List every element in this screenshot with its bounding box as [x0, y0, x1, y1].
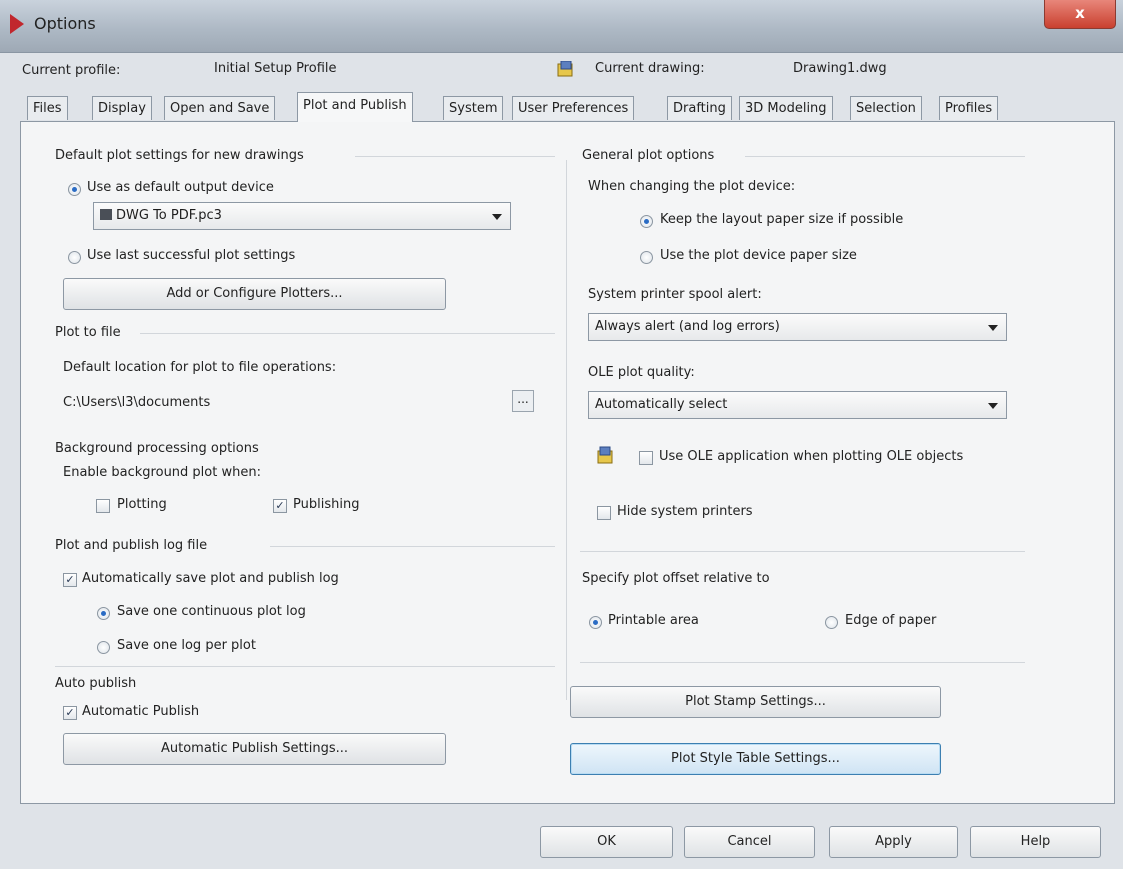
spool-alert-dropdown[interactable]: Always alert (and log errors): [588, 313, 1007, 341]
drawing-icon: [557, 61, 573, 77]
auto-save-log-label: Automatically save plot and publish log: [82, 571, 339, 586]
automatic-publish-settings-button[interactable]: Automatic Publish Settings...: [63, 733, 446, 765]
current-drawing-value: Drawing1.dwg: [793, 61, 887, 76]
browse-button[interactable]: ...: [512, 390, 534, 412]
use-ole-application-label: Use OLE application when plotting OLE ob…: [659, 449, 964, 464]
divider: [580, 551, 1025, 552]
tab-system[interactable]: System: [443, 96, 504, 120]
use-default-output-radio[interactable]: [68, 183, 81, 196]
printable-area-label: Printable area: [608, 613, 699, 628]
apply-button[interactable]: Apply: [829, 826, 958, 858]
keep-layout-size-radio[interactable]: [640, 215, 653, 228]
section-title-offset: Specify plot offset relative to: [582, 571, 770, 586]
plotting-label: Plotting: [117, 497, 167, 512]
plotting-checkbox[interactable]: [96, 499, 110, 513]
use-default-output-label: Use as default output device: [87, 180, 274, 195]
ole-quality-value: Automatically select: [595, 397, 728, 412]
ole-object-icon: [597, 446, 613, 464]
plot-file-location-label: Default location for plot to file operat…: [63, 360, 337, 375]
changing-device-label: When changing the plot device:: [588, 179, 796, 194]
current-profile-label: Current profile:: [22, 63, 121, 78]
divider: [745, 156, 1025, 157]
log-per-plot-label: Save one log per plot: [117, 638, 256, 653]
publishing-checkbox[interactable]: ✓: [273, 499, 287, 513]
edge-of-paper-radio[interactable]: [825, 616, 838, 629]
divider: [270, 546, 555, 547]
tab-open-and-save[interactable]: Open and Save: [164, 96, 276, 120]
auto-save-log-checkbox[interactable]: ✓: [63, 573, 77, 587]
current-profile-value: Initial Setup Profile: [214, 61, 337, 76]
chevron-down-icon: [988, 403, 998, 409]
use-ole-application-checkbox[interactable]: [639, 451, 653, 465]
plot-style-table-settings-button[interactable]: Plot Style Table Settings...: [570, 743, 941, 775]
plot-stamp-settings-button[interactable]: Plot Stamp Settings...: [570, 686, 941, 718]
continuous-log-label: Save one continuous plot log: [117, 604, 306, 619]
hide-system-printers-checkbox[interactable]: [597, 506, 611, 520]
edge-of-paper-label: Edge of paper: [845, 613, 937, 628]
divider: [355, 156, 555, 157]
automatic-publish-checkbox[interactable]: ✓: [63, 706, 77, 720]
spool-alert-value: Always alert (and log errors): [595, 319, 780, 334]
tab-files[interactable]: Files: [27, 96, 68, 120]
tab-user-preferences[interactable]: User Preferences: [512, 96, 635, 120]
tab-profiles[interactable]: Profiles: [939, 96, 999, 120]
chevron-down-icon: [988, 325, 998, 331]
plot-file-path-field[interactable]: C:\Users\l3\documents: [63, 395, 210, 410]
section-title-plot-to-file: Plot to file: [55, 325, 121, 340]
section-title-default-plot: Default plot settings for new drawings: [55, 148, 304, 163]
column-divider: [566, 160, 567, 700]
add-configure-plotters-button[interactable]: Add or Configure Plotters...: [63, 278, 446, 310]
section-title-general: General plot options: [582, 148, 715, 163]
use-device-size-radio[interactable]: [640, 251, 653, 264]
enable-background-label: Enable background plot when:: [63, 465, 261, 480]
publishing-label: Publishing: [293, 497, 360, 512]
close-button[interactable]: x: [1044, 0, 1116, 29]
hide-system-printers-label: Hide system printers: [617, 504, 753, 519]
log-per-plot-radio[interactable]: [97, 641, 110, 654]
use-device-size-label: Use the plot device paper size: [660, 248, 857, 263]
divider: [55, 666, 555, 667]
section-title-background: Background processing options: [55, 441, 259, 456]
ole-quality-label: OLE plot quality:: [588, 365, 695, 380]
help-button[interactable]: Help: [970, 826, 1101, 858]
tab-3d-modeling[interactable]: 3D Modeling: [739, 96, 833, 120]
chevron-down-icon: [492, 214, 502, 220]
plotter-icon: [100, 209, 112, 220]
use-last-plot-settings-label: Use last successful plot settings: [87, 248, 296, 263]
automatic-publish-label: Automatic Publish: [82, 704, 200, 719]
ole-quality-dropdown[interactable]: Automatically select: [588, 391, 1007, 419]
cancel-button[interactable]: Cancel: [684, 826, 815, 858]
app-logo-icon: [10, 14, 24, 34]
tab-display[interactable]: Display: [92, 96, 152, 120]
ok-button[interactable]: OK: [540, 826, 673, 858]
divider: [140, 333, 555, 334]
continuous-log-radio[interactable]: [97, 607, 110, 620]
tab-plot-and-publish[interactable]: Plot and Publish: [297, 92, 413, 122]
output-device-value: DWG To PDF.pc3: [116, 208, 222, 223]
output-device-dropdown[interactable]: DWG To PDF.pc3: [93, 202, 511, 230]
section-title-auto-publish: Auto publish: [55, 676, 137, 691]
spool-alert-label: System printer spool alert:: [588, 287, 762, 302]
window-title: Options: [34, 14, 96, 33]
current-drawing-label: Current drawing:: [595, 61, 705, 76]
tab-drafting[interactable]: Drafting: [667, 96, 732, 120]
printable-area-radio[interactable]: [589, 616, 602, 629]
keep-layout-size-label: Keep the layout paper size if possible: [660, 212, 904, 227]
section-title-log: Plot and publish log file: [55, 538, 208, 553]
use-last-plot-settings-radio[interactable]: [68, 251, 81, 264]
title-bar: [0, 0, 1123, 53]
tab-selection[interactable]: Selection: [850, 96, 922, 120]
divider: [580, 662, 1025, 663]
